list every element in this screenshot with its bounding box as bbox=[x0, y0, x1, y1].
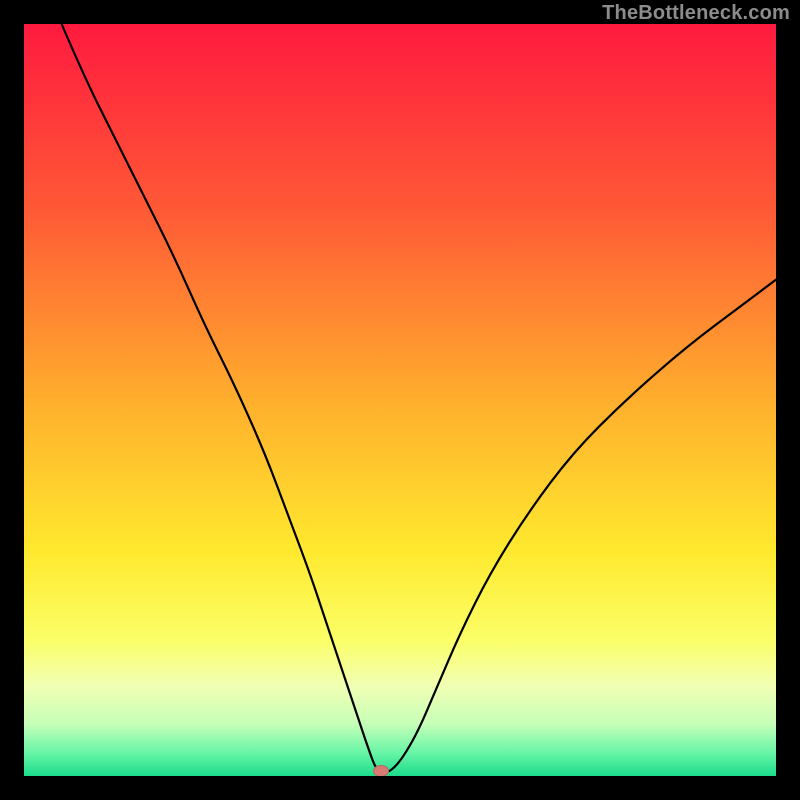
plot-area bbox=[24, 24, 776, 776]
chart-frame: TheBottleneck.com bbox=[0, 0, 800, 800]
optimal-point-marker bbox=[373, 765, 389, 776]
bottleneck-curve bbox=[24, 24, 776, 776]
watermark-text: TheBottleneck.com bbox=[602, 2, 790, 25]
